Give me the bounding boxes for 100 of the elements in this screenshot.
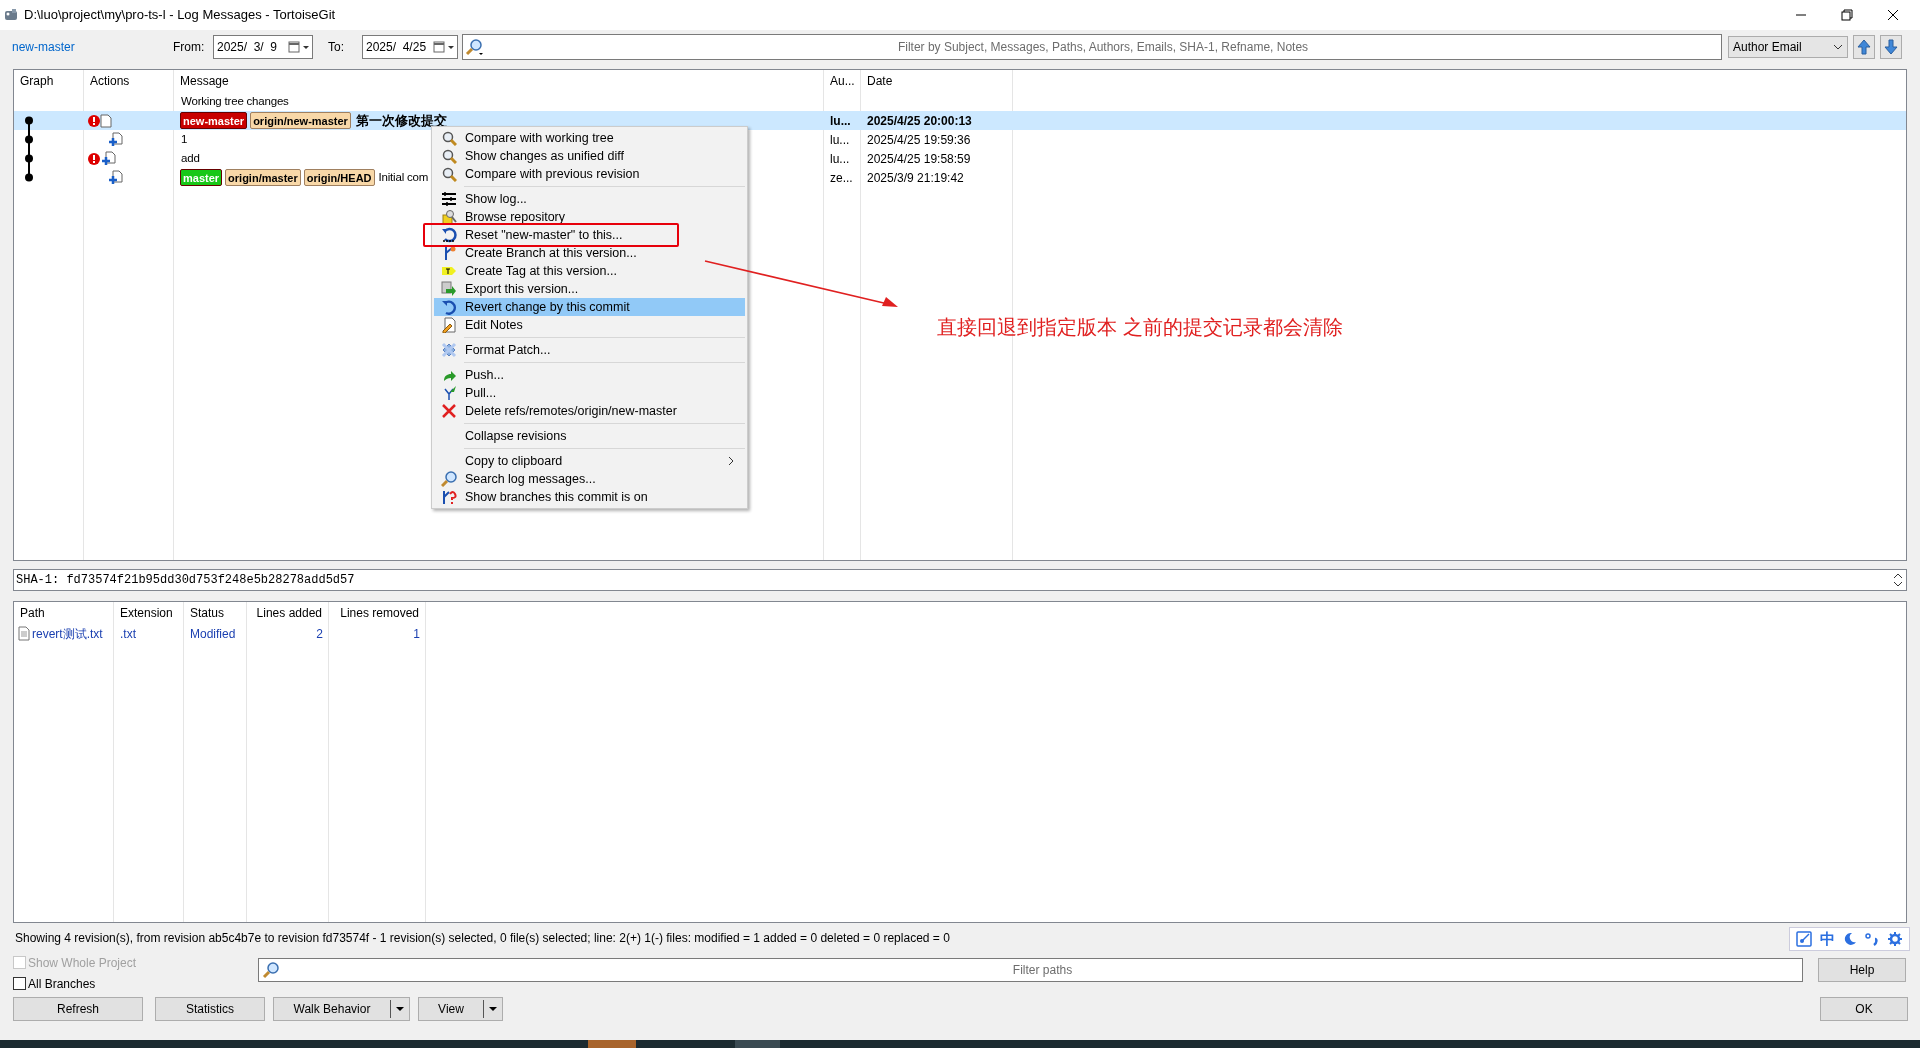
column-header[interactable]: Date xyxy=(861,70,1013,92)
annotation-text: 直接回退到指定版本 之前的提交记录都会清除 xyxy=(937,315,1343,340)
toolbar-button[interactable]: Refresh xyxy=(13,997,143,1021)
file-path[interactable]: revert测试.txt xyxy=(32,624,103,643)
file-icon xyxy=(18,626,30,641)
list-icon xyxy=(441,191,457,207)
patch-icon xyxy=(441,342,457,358)
column-header[interactable]: Extension xyxy=(114,602,184,624)
menu-item[interactable]: Compare with working tree xyxy=(434,129,745,147)
close-icon xyxy=(441,403,457,419)
menu-item[interactable]: Compare with previous revision xyxy=(434,165,745,183)
author-text: ze... xyxy=(830,169,853,187)
search-icon xyxy=(441,471,457,487)
menu-item[interactable]: Copy to clipboard xyxy=(434,452,745,470)
commit-message: 1 xyxy=(181,131,188,147)
menu-item[interactable]: Format Patch... xyxy=(434,341,745,359)
pull-icon xyxy=(441,385,457,401)
menu-item[interactable]: Collapse revisions xyxy=(434,427,745,445)
ok-button[interactable]: OK xyxy=(1820,997,1908,1021)
author-text: lu... xyxy=(830,131,850,149)
magnifier-icon xyxy=(441,148,457,164)
menu-item[interactable]: Browse repository xyxy=(434,208,745,226)
help-button[interactable]: Help xyxy=(1818,958,1906,982)
menu-item[interactable]: Delete refs/remotes/origin/new-master xyxy=(434,402,745,420)
column-header[interactable]: Message xyxy=(174,70,824,92)
menu-item[interactable]: Create Branch at this version... xyxy=(434,244,745,262)
calendar-icon xyxy=(288,41,310,53)
menu-item[interactable]: Pull... xyxy=(434,384,745,402)
menu-item[interactable]: Push... xyxy=(434,366,745,384)
pencil-icon xyxy=(441,317,457,333)
lines-added: 2 xyxy=(316,625,323,643)
magnifier-icon xyxy=(441,166,457,182)
chevron-right-icon xyxy=(727,456,735,466)
column-header[interactable]: Lines removed xyxy=(329,602,426,624)
menu-item[interactable]: Create Tag at this version... xyxy=(434,262,745,280)
commit-message: add xyxy=(181,150,200,166)
menu-item[interactable]: Edit Notes xyxy=(434,316,745,334)
author-text: lu... xyxy=(830,150,850,168)
menu-item[interactable]: Export this version... xyxy=(434,280,745,298)
column-header[interactable]: Actions xyxy=(84,70,174,92)
arrow-down-icon xyxy=(1881,37,1901,57)
repository-icon xyxy=(441,209,457,225)
menu-item[interactable]: Show changes as unified diff xyxy=(434,147,745,165)
punctuation-icon xyxy=(1865,932,1879,946)
to-label: To: xyxy=(328,39,345,56)
menu-item[interactable]: Search log messages... xyxy=(434,470,745,488)
commit-message: Working tree changes xyxy=(181,93,289,109)
search-icon xyxy=(465,38,485,56)
column-header[interactable]: Au... xyxy=(824,70,861,92)
branch-tag: origin/master xyxy=(225,169,301,186)
branch-tag: origin/HEAD xyxy=(303,169,375,186)
file-extension: .txt xyxy=(120,625,136,643)
status-text: Showing 4 revision(s), from revision ab5c4b7e to revision fd73574f - 1 revision(s) selected, 0 file(s) selected; line: 2(+) 1(-) files: modified = 1 added = 0 deleted = 0 replaced = 0 xyxy=(15,930,950,947)
branch-tag: origin/new-master xyxy=(250,112,351,129)
branch-tag: master xyxy=(180,169,223,186)
branch-tag: new-master xyxy=(180,112,248,129)
author-text: lu... xyxy=(830,112,851,130)
commit-message: Initial com xyxy=(378,169,429,185)
column-header[interactable]: Graph xyxy=(14,70,84,92)
undo-icon xyxy=(441,299,457,315)
export-icon xyxy=(441,281,457,297)
question-branch-icon xyxy=(441,489,457,505)
menu-item[interactable]: Reset "new-master" to this... xyxy=(423,223,679,247)
arrow-down-button[interactable] xyxy=(1880,35,1902,59)
settings-icon xyxy=(1887,931,1903,947)
arrow-up-icon xyxy=(1854,37,1874,57)
spinner-icon xyxy=(1892,571,1904,589)
keyboard-icon xyxy=(1796,931,1812,947)
calendar-icon xyxy=(433,41,455,53)
column-header[interactable]: Path xyxy=(14,602,114,624)
magnifier-icon xyxy=(441,130,457,146)
column-header[interactable]: Lines added xyxy=(247,602,329,624)
date-text: 2025/4/25 19:58:59 xyxy=(867,150,971,168)
arrow-up-button[interactable] xyxy=(1853,35,1875,59)
moon-icon xyxy=(1843,932,1857,946)
menu-item[interactable]: Show branches this commit is on xyxy=(434,488,745,506)
date-text: 2025/3/9 21:19:42 xyxy=(867,169,964,187)
lines-removed: 1 xyxy=(413,625,420,643)
to-date-field[interactable]: 2025/ 4/25 xyxy=(362,35,458,59)
branch-link[interactable]: new-master xyxy=(12,38,173,56)
toolbar-button[interactable]: Walk Behavior xyxy=(273,997,410,1021)
date-text: 2025/4/25 20:00:13 xyxy=(867,112,972,130)
window-title: D:\luo\project\my\pro-ts-l - Log Messages - TortoiseGit xyxy=(24,6,336,25)
menu-item[interactable]: Revert change by this commit xyxy=(434,298,745,316)
menu-item[interactable]: Show log... xyxy=(434,190,745,208)
sha-field: SHA-1: fd73574f21b95dd30d753f248e5b28278add5d57 xyxy=(13,569,1907,591)
app-icon xyxy=(4,8,18,22)
file-status: Modified xyxy=(190,625,236,643)
toolbar-button[interactable]: View xyxy=(418,997,503,1021)
from-label: From: xyxy=(173,39,206,56)
date-text: 2025/4/25 19:59:36 xyxy=(867,131,971,149)
toolbar-button[interactable]: Statistics xyxy=(155,997,265,1021)
filter-paths-field[interactable]: Filter paths xyxy=(258,958,1803,982)
ime-mode[interactable]: 中 xyxy=(1820,927,1835,951)
author-email-dropdown[interactable]: Author Email xyxy=(1728,36,1848,58)
from-date-field[interactable]: 2025/ 3/ 9 xyxy=(213,35,313,59)
column-header[interactable]: Status xyxy=(184,602,247,624)
search-icon xyxy=(262,961,280,979)
filter-field[interactable]: Filter by Subject, Messages, Paths, Authors, Emails, SHA-1, Refname, Notes xyxy=(462,34,1722,60)
all-branches-checkbox[interactable]: All Branches xyxy=(13,973,258,994)
